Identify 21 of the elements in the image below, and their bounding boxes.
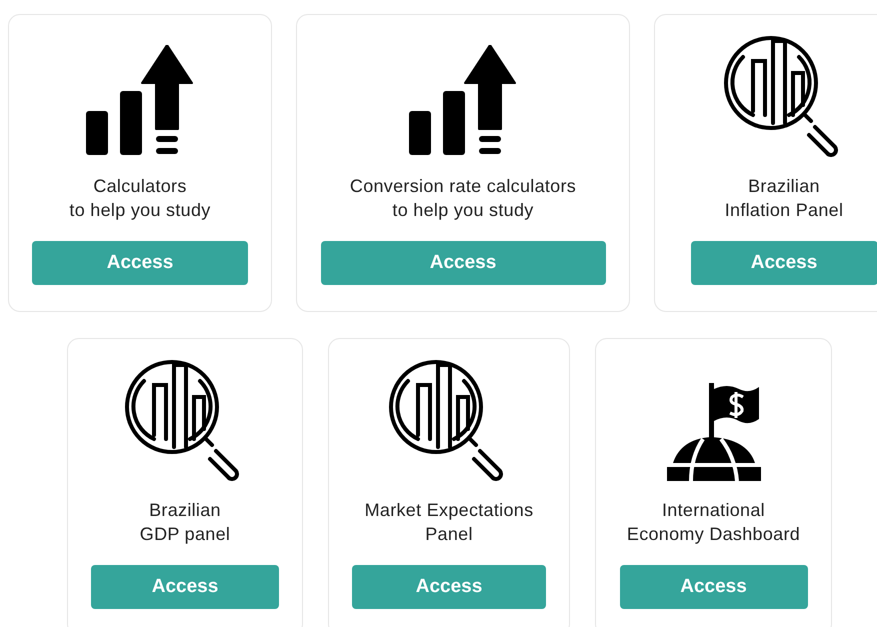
access-button[interactable]: Access <box>690 241 877 285</box>
access-button[interactable]: Access <box>32 241 248 285</box>
globe-dollar-flag-icon <box>666 383 760 481</box>
card-title: Economy Dashboard <box>626 523 800 546</box>
access-button[interactable]: Access <box>320 241 606 285</box>
card-title: GDP panel <box>140 523 230 546</box>
bar-chart-arrow-icon <box>409 45 517 157</box>
access-button[interactable]: Access <box>91 565 279 609</box>
card-title: Calculators <box>93 175 187 198</box>
card-title: Inflation Panel <box>724 199 844 222</box>
access-button[interactable]: Access <box>620 565 808 609</box>
card-title: to help you study <box>69 199 211 222</box>
card-title: International <box>662 499 765 522</box>
card-title: to help you study <box>392 199 534 222</box>
card-title: Market Expectations <box>364 499 534 522</box>
card-title: Brazilian <box>748 175 820 198</box>
card-title: Panel <box>425 523 473 546</box>
bar-chart-arrow-icon <box>86 45 194 157</box>
access-button[interactable]: Access <box>352 565 546 609</box>
card-title: Brazilian <box>149 499 221 522</box>
card-title: Conversion rate calculators <box>350 175 576 198</box>
